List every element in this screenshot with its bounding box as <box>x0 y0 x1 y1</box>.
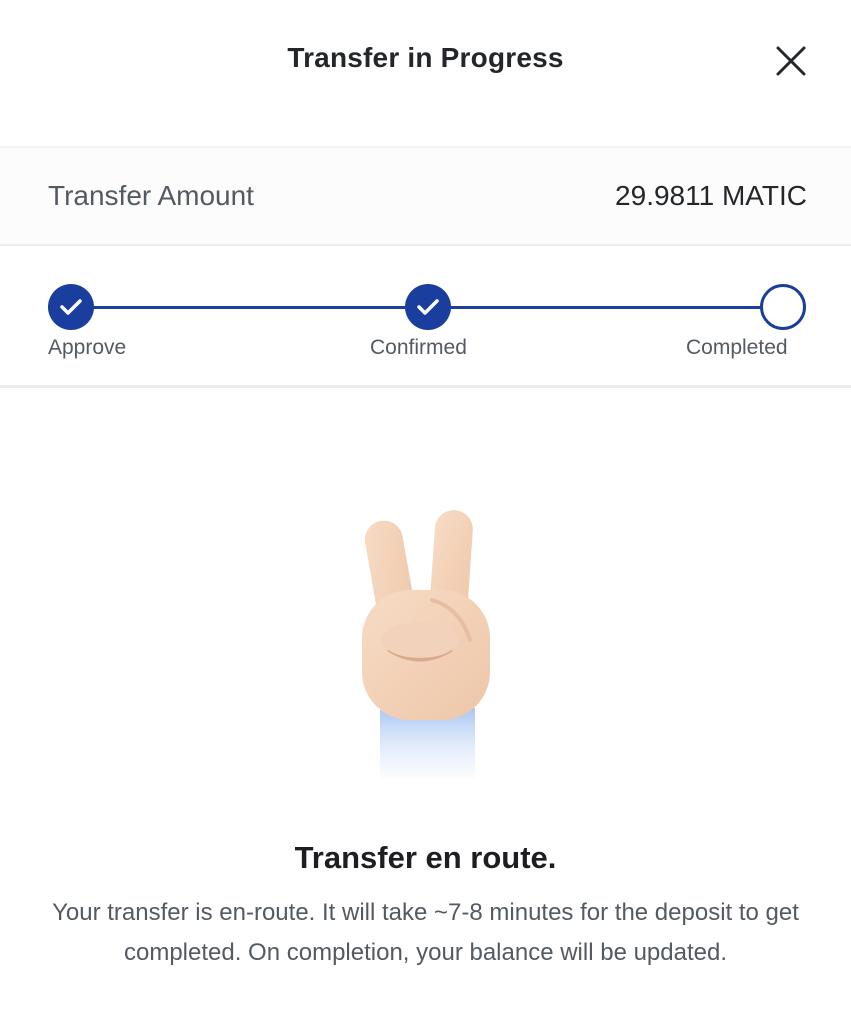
step-confirmed-indicator <box>405 284 451 330</box>
status-title: Transfer en route. <box>294 840 557 875</box>
victory-hand-icon <box>362 510 490 778</box>
status-description: Your transfer is en-route. It will take … <box>52 899 799 966</box>
close-icon <box>776 46 806 76</box>
step-confirmed-label: Confirmed <box>370 336 467 359</box>
step-connector-2 <box>450 306 762 309</box>
transfer-amount-value: 29.9811 MATIC <box>615 180 807 211</box>
close-button[interactable] <box>772 42 810 80</box>
step-completed-indicator <box>760 284 806 330</box>
modal-header: Transfer in Progress <box>0 0 851 140</box>
transfer-amount-label: Transfer Amount <box>48 180 254 211</box>
victory-hand-illustration <box>350 490 510 790</box>
check-icon <box>60 299 82 315</box>
transfer-amount-row: Transfer Amount 29.9811 MATIC <box>0 146 851 246</box>
step-approve-indicator <box>48 284 94 330</box>
step-completed-label: Completed <box>686 336 788 359</box>
step-approve-label: Approve <box>48 336 127 359</box>
page-title: Transfer in Progress <box>287 42 564 73</box>
progress-stepper: Approve Confirmed Completed <box>0 246 851 388</box>
check-icon <box>417 299 439 315</box>
step-connector-1 <box>92 306 405 309</box>
